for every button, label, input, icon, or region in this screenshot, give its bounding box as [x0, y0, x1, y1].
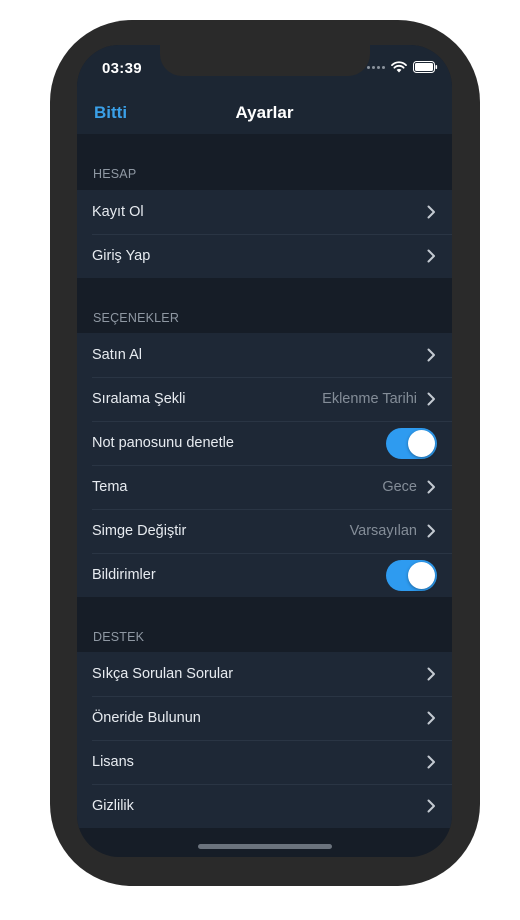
- chevron-right-icon: [427, 348, 435, 362]
- page-title: Ayarlar: [235, 103, 294, 122]
- phone-screen: 03:39 Bitti Ayarlar HESAP Kayıt Ol Giriş…: [77, 45, 452, 857]
- row-notifications: Bildirimler: [77, 553, 452, 597]
- section-header-options: SEÇENEKLER: [93, 311, 180, 325]
- row-label: Kayıt Ol: [92, 204, 144, 220]
- chevron-right-icon: [427, 392, 435, 406]
- row-sort-order[interactable]: Sıralama Şekli Eklenme Tarihi: [77, 377, 452, 421]
- status-icons: [367, 61, 438, 73]
- status-time: 03:39: [102, 60, 142, 77]
- group-support: Sıkça Sorulan Sorular Öneride Bulunun Li…: [77, 652, 452, 828]
- group-options: Satın Al Sıralama Şekli Eklenme Tarihi N…: [77, 333, 452, 597]
- notch: [160, 45, 370, 76]
- row-privacy[interactable]: Gizlilik: [77, 784, 452, 828]
- row-label: Sıkça Sorulan Sorular: [92, 666, 234, 682]
- row-faq[interactable]: Sıkça Sorulan Sorular: [77, 652, 452, 696]
- group-account: Kayıt Ol Giriş Yap: [77, 190, 452, 278]
- nav-bar: Bitti Ayarlar: [77, 95, 452, 129]
- chevron-right-icon: [427, 667, 435, 681]
- toggle-knob: [408, 561, 435, 589]
- row-label: Sıralama Şekli: [92, 391, 186, 407]
- notifications-toggle[interactable]: [386, 559, 437, 591]
- wifi-icon: [391, 61, 407, 73]
- chevron-right-icon: [427, 205, 435, 219]
- home-indicator[interactable]: [198, 844, 332, 849]
- row-value: Eklenme Tarihi: [322, 391, 417, 407]
- signal-dots-icon: [367, 65, 385, 69]
- chevron-right-icon: [427, 480, 435, 494]
- row-clipboard-check: Not panosunu denetle: [77, 421, 452, 465]
- row-label: Gizlilik: [92, 798, 134, 814]
- chevron-right-icon: [427, 524, 435, 538]
- section-header-account: HESAP: [93, 167, 137, 181]
- chevron-right-icon: [427, 755, 435, 769]
- chevron-right-icon: [427, 711, 435, 725]
- chevron-right-icon: [427, 799, 435, 813]
- row-value: Varsayılan: [349, 523, 417, 539]
- clipboard-toggle[interactable]: [386, 427, 437, 459]
- row-label: Satın Al: [92, 347, 142, 363]
- section-header-support: DESTEK: [93, 630, 145, 644]
- row-label: Giriş Yap: [92, 248, 151, 264]
- row-change-icon[interactable]: Simge Değiştir Varsayılan: [77, 509, 452, 553]
- row-value: Gece: [382, 479, 417, 495]
- row-label: Öneride Bulunun: [92, 710, 201, 726]
- chevron-right-icon: [427, 249, 435, 263]
- row-register[interactable]: Kayıt Ol: [77, 190, 452, 234]
- row-label: Simge Değiştir: [92, 523, 187, 539]
- row-suggestion[interactable]: Öneride Bulunun: [77, 696, 452, 740]
- toggle-knob: [408, 429, 435, 457]
- row-label: Lisans: [92, 754, 134, 770]
- row-label: Bildirimler: [92, 567, 156, 583]
- row-theme[interactable]: Tema Gece: [77, 465, 452, 509]
- row-purchase[interactable]: Satın Al: [77, 333, 452, 377]
- battery-icon: [413, 61, 438, 73]
- row-label: Tema: [92, 479, 128, 495]
- row-login[interactable]: Giriş Yap: [77, 234, 452, 278]
- row-license[interactable]: Lisans: [77, 740, 452, 784]
- row-label: Not panosunu denetle: [92, 435, 234, 451]
